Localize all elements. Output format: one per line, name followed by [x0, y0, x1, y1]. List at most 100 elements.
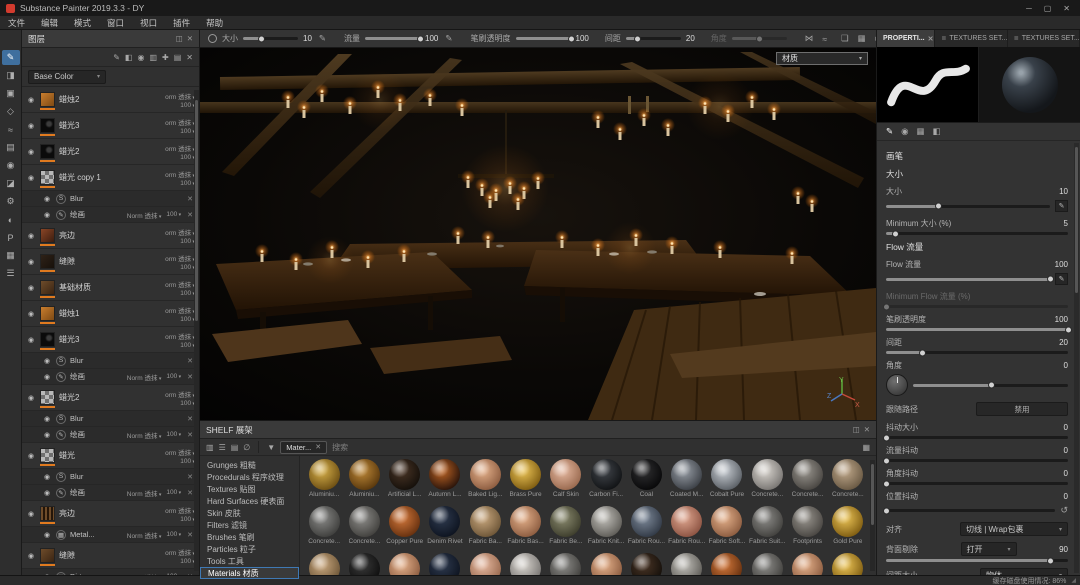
- layer-thumbnail[interactable]: [40, 548, 55, 563]
- brush-mode-icon[interactable]: ✎: [886, 126, 893, 137]
- layer-row[interactable]: ◉ 蜡光3 orm 透抹 100 ✕: [22, 113, 199, 139]
- menu-item[interactable]: 帮助: [198, 16, 231, 29]
- maximize-button[interactable]: ▢: [1044, 4, 1052, 13]
- shelf-folder-icon[interactable]: ▥: [206, 443, 214, 452]
- layer-name[interactable]: 亮边: [59, 230, 161, 241]
- layer-blend-mode[interactable]: Norm 透抹: [127, 210, 162, 220]
- material-item[interactable]: [546, 553, 586, 575]
- layer-thumbnail[interactable]: [40, 228, 55, 243]
- properties-tab[interactable]: ≣ TEXTURES SET... ✕: [935, 30, 1007, 47]
- layer-opacity[interactable]: 100: [166, 489, 181, 496]
- layer-name[interactable]: Dirt: [70, 572, 123, 575]
- display-mode-icon[interactable]: ▦: [856, 33, 868, 44]
- shelf-category[interactable]: Procedurals 程序纹理: [200, 471, 299, 483]
- tool-button[interactable]: ≈: [2, 122, 20, 137]
- shelf-category[interactable]: Textures 贴图: [200, 483, 299, 495]
- shelf-list-view-icon[interactable]: ☰: [219, 443, 226, 452]
- layer-thumbnail[interactable]: [40, 448, 55, 463]
- layer-opacity[interactable]: 100: [166, 211, 181, 218]
- tool-button[interactable]: ◪: [2, 176, 20, 191]
- layer-opacity[interactable]: 100: [166, 373, 181, 380]
- layer-thumbnail[interactable]: [40, 390, 55, 405]
- layer-blend-mode[interactable]: orm 透抹: [165, 279, 195, 289]
- tool-button[interactable]: P: [2, 230, 20, 245]
- layer-blend-mode[interactable]: orm 透抹: [165, 305, 195, 315]
- viewport-3d-scene[interactable]: [200, 48, 876, 420]
- layer-blend-mode[interactable]: orm 透抹: [165, 253, 195, 263]
- layer-name[interactable]: 蜡光3: [59, 334, 161, 345]
- material-item[interactable]: [586, 553, 626, 575]
- resize-grip[interactable]: ◢: [1071, 577, 1076, 584]
- layer-name[interactable]: 基础材质: [59, 282, 161, 293]
- material-item[interactable]: Cobalt Pure: [707, 459, 747, 505]
- size-space-dropdown[interactable]: 物体▾: [980, 568, 1068, 575]
- material-mode-icon[interactable]: ▦: [917, 126, 925, 137]
- layer-opacity[interactable]: 100: [180, 290, 195, 297]
- remove-effect-icon[interactable]: ✕: [185, 573, 195, 576]
- material-item[interactable]: [465, 553, 505, 575]
- layer-blend-mode[interactable]: Norm 透抹: [127, 530, 162, 540]
- material-item[interactable]: Concrete...: [304, 506, 344, 552]
- material-item[interactable]: [505, 553, 545, 575]
- tool-button[interactable]: ▦: [2, 248, 20, 263]
- visibility-eye-icon[interactable]: ◉: [42, 573, 52, 576]
- material-item[interactable]: [747, 553, 787, 575]
- layer-name[interactable]: Blur: [70, 414, 172, 423]
- material-item[interactable]: Aluminiu...: [344, 459, 384, 505]
- layer-thumbnail[interactable]: [40, 506, 55, 521]
- material-item[interactable]: Concrete...: [828, 459, 868, 505]
- material-item[interactable]: Fabric Rou...: [626, 506, 666, 552]
- layer-name[interactable]: 绘画: [70, 429, 123, 440]
- layer-thumbnail[interactable]: [40, 92, 55, 107]
- layer-opacity[interactable]: 100: [180, 458, 195, 465]
- visibility-eye-icon[interactable]: ◉: [26, 452, 36, 460]
- material-item[interactable]: Fabric Rou...: [667, 506, 707, 552]
- layer-name[interactable]: 缝隙: [59, 256, 161, 267]
- layer-row[interactable]: ◉ 基础材质 orm 透抹 100 ✕: [22, 275, 199, 301]
- layer-row[interactable]: ◉ 绘画 Norm 透抹 100 ✕: [22, 485, 199, 501]
- shelf-category[interactable]: Tools 工具: [200, 555, 299, 567]
- layer-blend-mode[interactable]: Norm 透抹: [127, 572, 162, 576]
- material-item[interactable]: [626, 553, 666, 575]
- material-item[interactable]: Fabric Bas...: [505, 506, 545, 552]
- material-item[interactable]: Fabric Ba...: [465, 506, 505, 552]
- menu-item[interactable]: 模式: [66, 16, 99, 29]
- layer-blend-mode[interactable]: orm 透抹: [165, 169, 195, 179]
- visibility-eye-icon[interactable]: ◉: [26, 552, 36, 560]
- minimize-button[interactable]: ─: [1026, 4, 1032, 13]
- material-item[interactable]: [344, 553, 384, 575]
- layer-blend-mode[interactable]: orm 透抹: [165, 117, 195, 127]
- size-slider[interactable]: [886, 205, 1050, 208]
- channel-filter-dropdown[interactable]: Base Color ▾: [28, 70, 106, 84]
- material-item[interactable]: Denim Rivet: [425, 506, 465, 552]
- material-item[interactable]: Fabric Suit...: [747, 506, 787, 552]
- layer-row[interactable]: ◉ 亮边 orm 透抹 100 ✕: [22, 501, 199, 527]
- min-size-slider[interactable]: [886, 232, 1068, 235]
- size-jitter-slider[interactable]: [886, 436, 1068, 439]
- shelf-category[interactable]: Filters 滤镜: [200, 519, 299, 531]
- alignment-dropdown[interactable]: 切线 | Wrap包裹▾: [960, 522, 1068, 536]
- tool-button[interactable]: ◐: [2, 212, 20, 227]
- close-panel-icon[interactable]: ✕: [187, 34, 193, 43]
- layer-thumbnail[interactable]: [40, 170, 55, 185]
- clear-filter-icon[interactable]: ✕: [315, 443, 321, 451]
- visibility-eye-icon[interactable]: ◉: [42, 531, 52, 539]
- close-button[interactable]: ✕: [1063, 4, 1070, 13]
- layer-row[interactable]: ◉ 缝隙 orm 透抹 100 ✕: [22, 543, 199, 569]
- layer-row[interactable]: ◉ 绘画 Norm 透抹 100 ✕: [22, 427, 199, 443]
- layer-row[interactable]: ◉ Blur ✕: [22, 411, 199, 427]
- layer-name[interactable]: Metal...: [70, 530, 123, 539]
- visibility-eye-icon[interactable]: ◉: [26, 394, 36, 402]
- layer-name[interactable]: 绘画: [70, 209, 123, 220]
- layer-row[interactable]: ◉ 蜡烛1 orm 透抹 100 ✕: [22, 301, 199, 327]
- toolbar-flow-slider[interactable]: [365, 37, 420, 40]
- layer-blend-mode[interactable]: orm 透抹: [165, 227, 195, 237]
- delete-layer-icon[interactable]: ✕: [186, 53, 193, 62]
- layer-row[interactable]: ◉ 绘画 Norm 透抹 100 ✕: [22, 369, 199, 385]
- visibility-eye-icon[interactable]: ◉: [26, 510, 36, 518]
- material-item[interactable]: Copper Pure: [385, 506, 425, 552]
- thumbnail-size-icon[interactable]: ▦: [862, 443, 870, 452]
- shelf-category[interactable]: Materials 材质: [200, 567, 299, 579]
- layer-opacity[interactable]: 100: [180, 238, 195, 245]
- menu-item[interactable]: 视口: [132, 16, 165, 29]
